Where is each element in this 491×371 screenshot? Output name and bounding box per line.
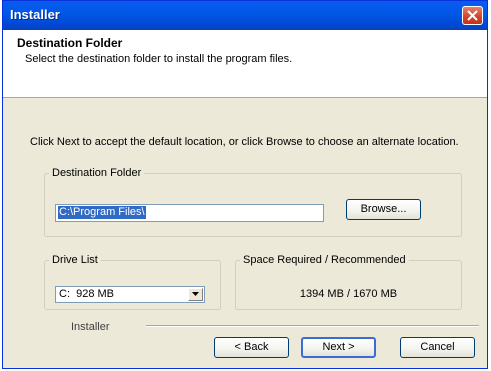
drive-list-value: C: 928 MB: [59, 288, 115, 300]
installer-window: Installer Destination Folder Select the …: [2, 0, 488, 369]
header-panel: Destination Folder Select the destinatio…: [3, 30, 487, 98]
page-title: Destination Folder: [17, 36, 123, 50]
destination-path-value: C:\Program Files\: [58, 206, 146, 219]
space-required-legend: Space Required / Recommended: [243, 254, 406, 266]
drive-list-group: Drive List C: 928 MB: [44, 254, 221, 310]
cancel-button[interactable]: Cancel: [400, 337, 475, 358]
destination-folder-legend: Destination Folder: [52, 167, 142, 179]
drive-list-legend: Drive List: [52, 254, 98, 266]
drive-list-select[interactable]: C: 928 MB: [55, 286, 205, 303]
browse-button[interactable]: Browse...: [346, 199, 421, 220]
footer-separator: [146, 325, 479, 327]
title-bar[interactable]: Installer: [3, 1, 487, 30]
instructions-text: Click Next to accept the default locatio…: [30, 136, 459, 148]
space-required-group: Space Required / Recommended 1394 MB / 1…: [235, 254, 462, 310]
close-icon: [467, 10, 478, 21]
drive-list-dropdown-button[interactable]: [188, 288, 203, 301]
page-subtitle: Select the destination folder to install…: [25, 53, 293, 65]
next-button[interactable]: Next >: [301, 337, 376, 358]
footer-brand-label: Installer: [71, 321, 110, 333]
destination-path-input[interactable]: C:\Program Files\: [55, 204, 324, 222]
destination-folder-group: Destination Folder C:\Program Files\ Bro…: [44, 167, 462, 237]
window-title: Installer: [10, 7, 60, 22]
chevron-down-icon: [192, 292, 199, 296]
back-button[interactable]: < Back: [214, 337, 289, 358]
close-button[interactable]: [462, 6, 483, 25]
space-required-value: 1394 MB / 1670 MB: [299, 288, 398, 300]
